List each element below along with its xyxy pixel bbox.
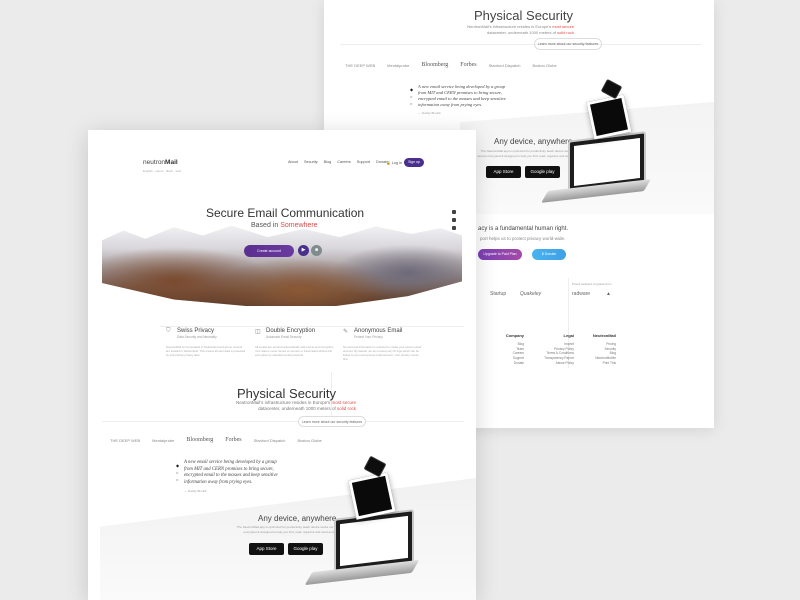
tablet-device xyxy=(586,94,632,140)
login-link[interactable]: 🔒 Log in xyxy=(386,160,402,165)
nav-security[interactable]: Security xyxy=(304,160,318,164)
partners-title: Proud recipient of grants from xyxy=(572,282,612,286)
partner-logo: ▲ xyxy=(606,291,611,297)
play-icon: ▶ xyxy=(301,247,306,253)
back-press-logos: THE DEEP WEB Mentalprobe Bloomberg Forbe… xyxy=(345,62,557,68)
press-logo: Boston Globe xyxy=(532,62,557,68)
press-logo: THE DEEP WEB xyxy=(345,62,376,68)
press-logo: Forbes xyxy=(460,62,477,68)
google-play-badge[interactable]: Google play xyxy=(525,166,560,178)
learn-more-button[interactable]: Learn more about our security features xyxy=(298,416,366,427)
hero-subtitle: Based in Somewhere xyxy=(251,222,318,229)
play-video-button[interactable]: ▶ xyxy=(298,245,309,256)
quote-pager-dots[interactable]: ◆ ○ ○ xyxy=(176,462,179,483)
back-privacy-subtitle: port helps us to protect privacy world-w… xyxy=(480,236,566,241)
hero-mountains-image xyxy=(102,225,462,306)
nav-support[interactable]: Support xyxy=(357,160,370,164)
press-logo: Stanford Dispatch xyxy=(253,437,286,443)
app-store-badge[interactable]: App Store xyxy=(486,166,521,178)
physical-security-title: Physical Security xyxy=(237,386,336,401)
divider xyxy=(160,326,464,327)
divider xyxy=(340,44,702,45)
hero-title: Secure Email Communication xyxy=(206,206,365,220)
physical-security-subtitle: NeutronMail's infrastructure resides in … xyxy=(235,400,356,411)
upgrade-paid-plan-button[interactable]: Upgrade to Paid Plan xyxy=(478,249,522,260)
press-logo: Bloomberg xyxy=(186,437,214,443)
footer-link[interactable]: Abuse Policy xyxy=(534,361,574,366)
back-physical-security-title: Physical Security xyxy=(474,8,573,23)
neutronmail-logo[interactable]: neutronMail xyxy=(143,159,178,166)
shield-icon: ⛉ xyxy=(166,328,171,334)
press-quote: ◆ ○ ○ A new email service being developed … xyxy=(176,460,278,493)
video-control-button[interactable]: ■ xyxy=(311,245,322,256)
breadcrumb[interactable]: English · Home · Back · Visit xyxy=(143,169,181,173)
back-privacy-title: acy is a fundamental human right. xyxy=(478,226,569,232)
quote-pager-dots[interactable]: ◆ ○ ○ xyxy=(410,86,413,107)
nav-careers[interactable]: Careers xyxy=(337,160,351,164)
press-logo: THE DEEP WEB xyxy=(110,437,141,443)
press-logo: Boston Globe xyxy=(297,437,322,443)
google-play-badge[interactable]: Google play xyxy=(288,543,323,555)
press-logo: Mentalprobe xyxy=(387,62,410,68)
press-logo: Forbes xyxy=(225,437,242,443)
back-physical-security-subtitle: NeutronMail's infrastructure resides in … xyxy=(467,24,574,35)
social-icon[interactable] xyxy=(452,210,456,214)
pause-icon: ■ xyxy=(314,247,319,253)
lock-icon: ◫ xyxy=(255,329,261,335)
partner-logo: Quakeley xyxy=(520,291,542,297)
any-device-title: Any device, anywhere xyxy=(258,514,337,523)
back-press-quote: ◆ ○ ○ A new email service being developed … xyxy=(410,84,506,115)
create-account-button[interactable]: Create account xyxy=(244,245,294,257)
press-logos: THE DEEP WEB Mentalprobe Bloomberg Forbe… xyxy=(110,437,322,443)
press-logo: Stanford Dispatch xyxy=(488,62,521,68)
footer-col-legal: Legal Imprint Privacy Policy Terms & Con… xyxy=(534,333,574,366)
back-any-device-text: The NeutronMail app is optimized for pro… xyxy=(477,149,581,158)
nav-about[interactable]: About xyxy=(288,160,298,164)
footer-col-company: Company Blog Team Careers Support Donate xyxy=(490,333,524,366)
divider xyxy=(102,421,464,422)
social-icon[interactable] xyxy=(452,226,456,230)
donate-button[interactable]: $ Donate xyxy=(532,249,566,260)
footer-col-neutronmail: NeutronMail Pricing Security Blog Neutro… xyxy=(580,333,616,366)
lock-icon: 🔒 xyxy=(386,161,391,165)
footer-link[interactable]: Print This xyxy=(580,361,616,366)
press-logo: Bloomberg xyxy=(421,62,449,68)
nav-blog[interactable]: Blog xyxy=(324,160,332,164)
partner-logo: Startup xyxy=(490,291,507,297)
tablet-device xyxy=(348,472,396,520)
anonymous-icon: ✎ xyxy=(343,329,349,335)
signup-button[interactable]: Sign up xyxy=(404,158,424,167)
app-store-badge[interactable]: App Store xyxy=(249,543,284,555)
partner-logo: radware xyxy=(572,291,591,297)
any-device-text: The NeutronMail app is optimized for pro… xyxy=(236,525,344,534)
press-logo: Mentalprobe xyxy=(152,437,175,443)
top-nav: About Security Blog Careers Support Dona… xyxy=(288,160,388,164)
back-learn-more-button[interactable]: Learn more about our security features xyxy=(534,38,602,50)
back-any-device-title: Any device, anywhere xyxy=(494,137,573,146)
footer-link[interactable]: Donate xyxy=(490,361,524,366)
social-icon[interactable] xyxy=(452,218,456,222)
